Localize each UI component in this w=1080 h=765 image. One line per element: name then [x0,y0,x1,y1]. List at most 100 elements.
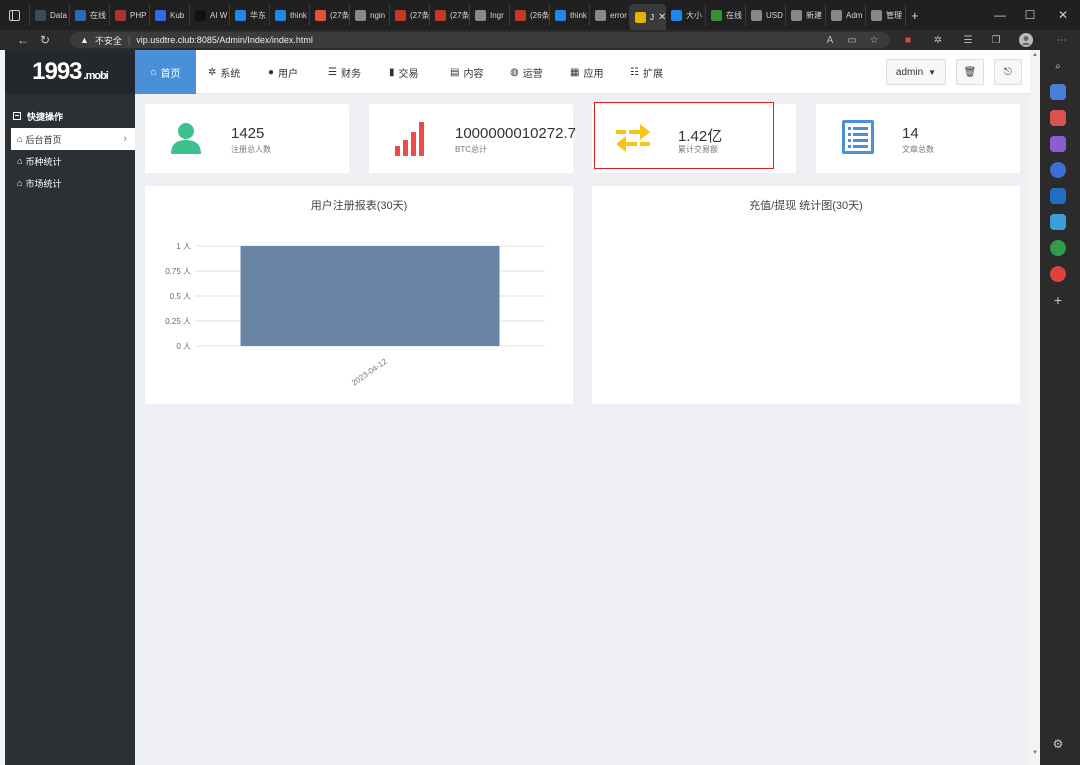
signal-bars-icon [395,122,424,156]
browser-tab[interactable]: Adm [826,4,866,26]
browser-tab[interactable]: (27条 [430,4,470,26]
profile-avatar[interactable] [1016,30,1036,50]
browser-tab[interactable]: error [590,4,630,26]
reader-view-icon[interactable]: ▭ [842,30,862,50]
stat-label: 文章总数 [902,145,934,154]
search-icon[interactable]: ⌕ [1050,58,1066,74]
caret-down-icon: ▼ [928,67,937,77]
tab-close-icon[interactable]: ✕ [658,12,665,23]
refresh-icon[interactable]: ↻ [34,30,56,50]
tools-icon[interactable] [1050,110,1066,126]
sidebar-item-market-stats[interactable]: ⌂ 市场统计 [5,172,135,194]
browser-tab[interactable]: (27条 [310,4,350,26]
browser-tab[interactable]: (27条 [390,4,430,26]
tab-label: ngin [370,10,386,20]
browser-tab[interactable]: 在线 [706,4,746,26]
browser-tab[interactable]: USD [746,4,786,26]
y-tick-label: 0.75 人 [165,267,191,276]
favorites-list-icon[interactable]: ☰ [958,30,978,50]
screen: Data 在线 PHP Kub AI W 华东 think (27条 ngin (27条 (27条 I… [0,0,1080,765]
register-chart-panel: 用户注册报表(30天) 0 人 0.25 人 0.5 人 0.75 人1 人 2023-… [145,186,573,404]
tab-favicon-icon [195,9,206,21]
more-menu-icon[interactable]: ⋯ [1052,30,1072,50]
url-separator: | [127,35,131,45]
tab-favicon-icon [35,9,46,21]
shopping-icon[interactable] [1050,84,1066,100]
browser-tab[interactable]: Ingr [470,4,510,26]
list-icon: ☰ [328,66,337,78]
nav-trade[interactable]: ▮ 交易 [389,50,419,94]
nav-operations[interactable]: ◍ 运营 [510,50,543,94]
chevron-right-icon: › [123,133,127,145]
tab-favicon-icon [555,9,566,21]
scroll-up-icon[interactable]: ▲ [1032,52,1038,58]
stat-card-articles: 14 文章总数 [816,104,1020,173]
nav-home[interactable]: ⌂ 首页 [135,50,196,94]
browser-tab[interactable]: Kub [150,4,190,26]
tab-label: 新建 [806,10,822,20]
browser-tab[interactable]: think [270,4,310,26]
tab-label: AI W [210,10,228,20]
content-area: 1425 注册总人数 1000000010272.7 BTC总计 1.42亿 累… [135,94,1030,765]
tab-label: 在线 [90,10,106,20]
add-icon[interactable]: + [1050,292,1066,308]
admin-dropdown[interactable]: admin ▼ [886,59,946,85]
nav-apps[interactable]: ▦ 应用 [570,50,603,94]
page-scrollbar[interactable]: ▲ ▼ [1030,50,1040,765]
chart-bar [240,246,500,346]
nav-content[interactable]: ▤ 内容 [450,50,483,94]
browser-tab[interactable]: 管理 [866,4,906,26]
browser-tab[interactable]: 华东 [230,4,270,26]
nav-extensions[interactable]: ☷ 扩展 [630,50,663,94]
section-title: 快捷操作 [27,111,64,122]
recharge-chart-panel: 充值/提现 统计图(30天) [592,186,1020,404]
tab-actions-icon[interactable] [0,4,30,26]
nav-user[interactable]: ● 用户 [268,50,298,94]
stat-value: 1425 [231,125,265,142]
browser-tab[interactable]: ngin [350,4,390,26]
browser-sidebar: ⌕ + ⚙ [1040,50,1080,765]
browser-tab[interactable]: 在线 [70,4,110,26]
sidebar-item-home[interactable]: ⌂ 后台首页 › [11,128,135,150]
tab-label: think [290,10,307,20]
tab-label: (27条 [450,10,470,20]
copilot-icon[interactable] [1050,162,1066,178]
logo: 1993 .mobi [5,50,135,94]
favorite-star-icon[interactable]: ☆ [864,30,884,50]
logout-button[interactable]: ⎋ [994,59,1022,85]
minimize-button[interactable]: — [985,0,1015,30]
sidebar-item-coin-stats[interactable]: ⌂ 币种统计 [5,150,135,172]
tree-icon[interactable] [1050,240,1066,256]
clear-cache-button[interactable]: 🗑 [956,59,984,85]
extension-icon[interactable]: ■ [898,30,918,50]
browser-tab[interactable]: PHP [110,4,150,26]
nav-finance[interactable]: ☰ 财务 [328,50,361,94]
new-tab-button[interactable]: + [906,4,924,26]
sidebar-item-label: 币种统计 [25,156,62,167]
scroll-down-icon[interactable]: ▼ [1032,750,1038,756]
outlook-icon[interactable] [1050,188,1066,204]
settings-gear-icon[interactable]: ⚙ [1050,736,1066,752]
browser-tab[interactable]: AI W [190,4,230,26]
browser-tab[interactable]: Data [30,4,70,26]
browser-tab[interactable]: 新建 [786,4,826,26]
browser-tab[interactable]: (26条 [510,4,550,26]
game-icon[interactable] [1050,266,1066,282]
maximize-button[interactable]: ☐ [1015,0,1045,30]
back-icon[interactable]: ← [12,30,34,50]
browser-tab[interactable]: think [550,4,590,26]
read-aloud-icon[interactable]: A [820,30,840,50]
tab-favicon-icon [635,11,646,23]
collections-icon[interactable]: ❐ [986,30,1006,50]
y-tick-label: 0.5 人 [170,292,191,301]
close-window-button[interactable]: ✕ [1048,0,1078,30]
browser-tab[interactable]: 大小 [666,4,706,26]
browser-tab[interactable]: J ✕ [630,4,666,30]
extensions-puzzle-icon[interactable]: ✲ [928,30,948,50]
home-icon: ⌂ [17,156,23,166]
send-icon[interactable] [1050,214,1066,230]
quick-actions-header[interactable]: 快捷操作 [5,104,135,128]
url-bar[interactable]: ▲ 不安全 | vip.usdtre.club:8085/Admin/Index… [70,32,890,48]
people-icon[interactable] [1050,136,1066,152]
nav-system[interactable]: ✲ 系统 [208,50,240,94]
